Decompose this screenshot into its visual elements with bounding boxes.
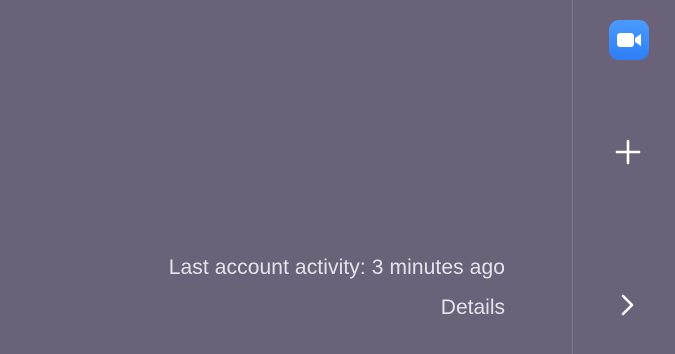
video-camera-icon xyxy=(617,33,641,47)
expand-button[interactable] xyxy=(617,291,639,319)
chevron-right-icon xyxy=(621,294,634,316)
plus-icon xyxy=(615,139,641,165)
add-button[interactable] xyxy=(613,137,643,167)
last-activity-text: Last account activity: 3 minutes ago xyxy=(168,256,505,279)
side-rail xyxy=(573,0,675,354)
app-window: Last account activity: 3 minutes ago Det… xyxy=(0,0,675,354)
details-link[interactable]: Details xyxy=(441,296,505,320)
main-panel: Last account activity: 3 minutes ago Det… xyxy=(0,0,572,354)
zoom-app-icon[interactable] xyxy=(609,20,649,60)
